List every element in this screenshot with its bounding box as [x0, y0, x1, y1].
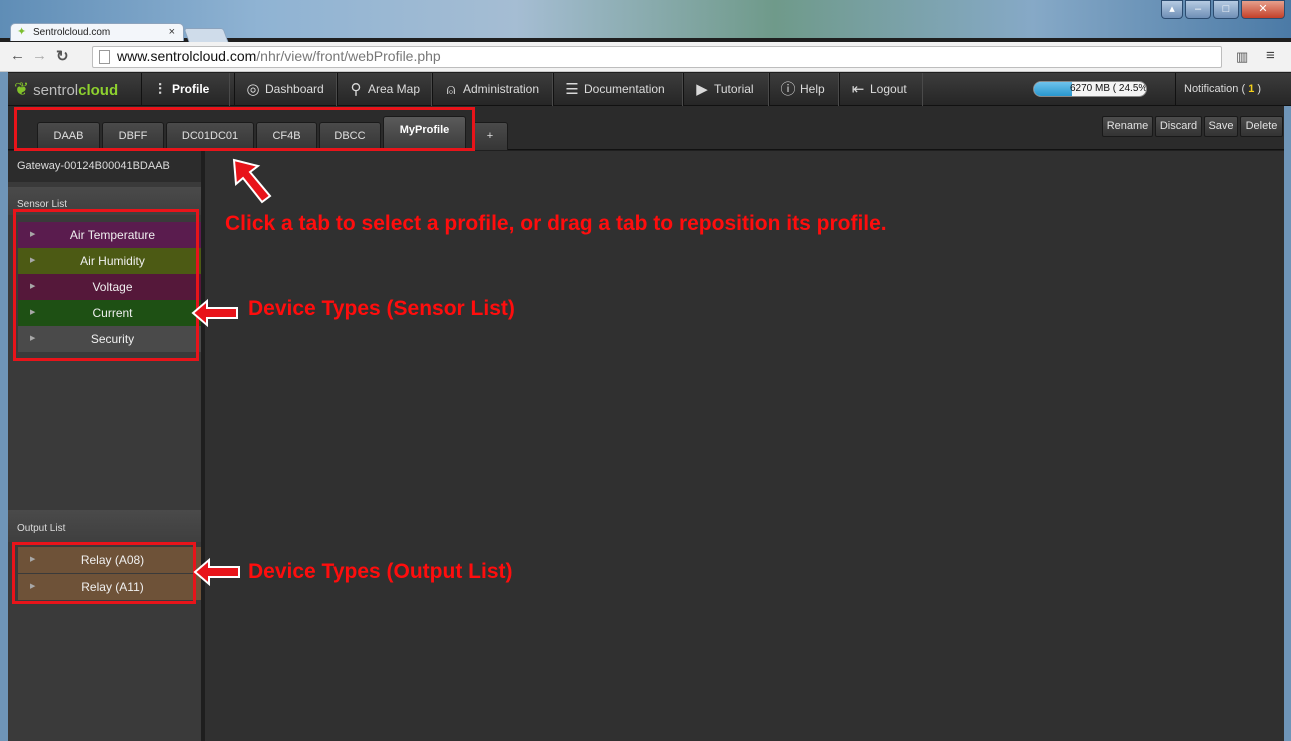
- nav-label: Profile: [172, 82, 210, 96]
- info-icon: ⓘ: [780, 81, 796, 98]
- app-navbar: ❦ sentrolcloud ⫶ Profile ◎ Dashboard ⚲ Area …: [0, 73, 1291, 106]
- delete-button[interactable]: Delete: [1240, 116, 1283, 137]
- output-list-highlight-box: [12, 542, 196, 604]
- storage-usage-fill: [1034, 82, 1073, 96]
- nav-label: Area Map: [368, 82, 421, 96]
- sensor-list-highlight-box: [13, 209, 199, 361]
- nav-label: Logout: [870, 82, 907, 96]
- notification-button[interactable]: Notification ( 1 ): [1175, 73, 1291, 106]
- page-icon: [99, 50, 110, 64]
- gateway-label[interactable]: Gateway-00124B00041BDAAB: [8, 151, 201, 182]
- map-pin-icon: ⚲: [350, 81, 362, 98]
- add-profile-tab[interactable]: +: [472, 122, 508, 150]
- new-tab-button[interactable]: [183, 28, 229, 42]
- maximize-icon[interactable]: □: [1213, 0, 1239, 19]
- nav-label: Dashboard: [265, 82, 324, 96]
- user-icon[interactable]: ▴: [1161, 0, 1183, 19]
- tabs-highlight-box: [14, 107, 475, 151]
- nav-logout[interactable]: ⇤ Logout: [839, 73, 923, 106]
- app-logo[interactable]: ❦ sentrolcloud: [14, 79, 118, 101]
- address-bar: ← → ↻ www.sentrolcloud.com/nhr/view/fron…: [0, 42, 1291, 72]
- user-icon: ⍝: [446, 81, 456, 98]
- browser-window: ✦ Sentrolcloud.com × ▴ – □ ✕ ← → ↻ www.s…: [0, 0, 1291, 741]
- nav-dashboard[interactable]: ◎ Dashboard: [234, 73, 337, 106]
- window-frame-right: [1284, 106, 1291, 741]
- sensor-annotation-text: Device Types (Sensor List): [248, 297, 515, 320]
- rename-button[interactable]: Rename: [1102, 116, 1153, 137]
- close-tab-icon[interactable]: ×: [169, 26, 175, 38]
- logo-text: sentrol: [33, 82, 79, 99]
- nav-label: Help: [800, 82, 825, 96]
- minimize-icon[interactable]: –: [1185, 0, 1211, 19]
- notification-label-end: ): [1257, 83, 1262, 95]
- output-list-heading: Output List: [8, 510, 201, 542]
- window-controls: ▴ – □ ✕: [1161, 0, 1285, 20]
- title-bar: ✦ Sentrolcloud.com × ▴ – □ ✕: [0, 0, 1291, 42]
- window-frame-left: [0, 72, 8, 741]
- url-path: /nhr/view/front/webProfile.php: [256, 48, 441, 64]
- discard-button[interactable]: Discard: [1155, 116, 1202, 137]
- storage-usage-text: 6270 MB ( 24.5% ): [1070, 83, 1147, 94]
- browser-tab[interactable]: ✦ Sentrolcloud.com ×: [10, 23, 184, 41]
- nav-documentation[interactable]: ☰ Documentation: [553, 73, 683, 106]
- close-window-icon[interactable]: ✕: [1241, 0, 1285, 19]
- nav-label: Administration: [463, 82, 540, 96]
- notification-count: 1: [1248, 83, 1255, 95]
- tabs-annotation-text: Click a tab to select a profile, or drag…: [225, 212, 887, 235]
- sentrol-logo-icon: ✦: [17, 26, 27, 38]
- sliders-icon: ⫶: [158, 81, 162, 98]
- logo-text-bold: cloud: [78, 82, 119, 99]
- output-annotation-text: Device Types (Output List): [248, 560, 513, 583]
- forward-arrow-icon[interactable]: →: [32, 47, 47, 64]
- leaf-logo-icon: ❦: [14, 79, 30, 99]
- url-input[interactable]: www.sentrolcloud.com/nhr/view/front/webP…: [92, 46, 1222, 68]
- left-arrow-annotation-icon: [193, 557, 240, 587]
- nav-tutorial[interactable]: ▶ Tutorial: [683, 73, 769, 106]
- nav-label: Documentation: [584, 82, 665, 96]
- document-icon: ☰: [565, 81, 579, 98]
- url-host: www.sentrolcloud.com: [117, 48, 257, 64]
- profile-canvas[interactable]: [205, 151, 1284, 741]
- reload-icon[interactable]: ↻: [56, 47, 69, 65]
- up-arrow-annotation-icon: [232, 158, 272, 204]
- nav-help[interactable]: ⓘ Help: [769, 73, 839, 106]
- play-icon: ▶: [696, 81, 708, 98]
- browser-tab-title: Sentrolcloud.com: [33, 27, 111, 38]
- nav-profile[interactable]: ⫶ Profile: [141, 73, 230, 106]
- left-arrow-annotation-icon: [191, 298, 238, 328]
- logout-icon: ⇤: [851, 81, 865, 98]
- nav-label: Tutorial: [714, 82, 754, 96]
- nav-administration[interactable]: ⍝ Administration: [432, 73, 553, 106]
- storage-usage-bar: 6270 MB ( 24.5% ): [1033, 81, 1147, 97]
- extension-icon[interactable]: ▥: [1236, 49, 1248, 65]
- menu-icon[interactable]: ≡: [1266, 47, 1275, 64]
- save-button[interactable]: Save: [1204, 116, 1238, 137]
- notification-label: Notification (: [1184, 83, 1246, 95]
- nav-area-map[interactable]: ⚲ Area Map: [337, 73, 432, 106]
- back-arrow-icon[interactable]: ←: [10, 47, 25, 64]
- dashboard-icon: ◎: [246, 81, 260, 98]
